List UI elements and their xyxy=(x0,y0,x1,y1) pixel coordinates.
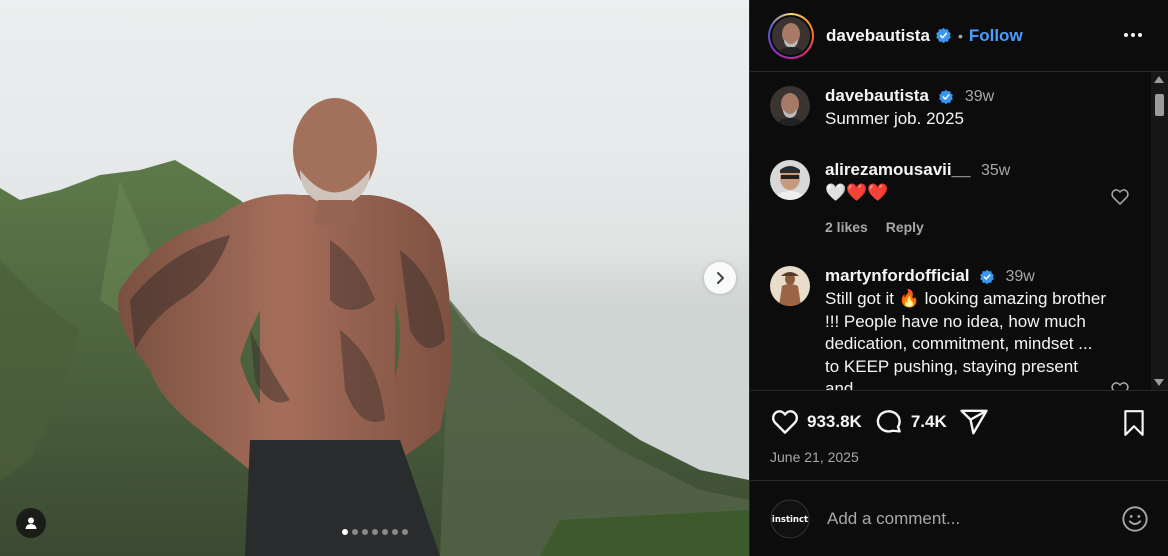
share-send-icon[interactable] xyxy=(959,407,989,437)
author-avatar[interactable] xyxy=(768,12,814,59)
user-icon xyxy=(25,517,37,529)
like-count[interactable]: 933.8K xyxy=(807,412,862,432)
save-bookmark-icon[interactable] xyxy=(1121,409,1147,437)
verified-badge-icon xyxy=(939,89,954,104)
post-actions: 933.8K 7.4K June 21, 2025 xyxy=(750,390,1168,480)
follow-button[interactable]: Follow xyxy=(969,26,1023,46)
emoji-icon[interactable] xyxy=(1121,505,1149,533)
scroll-down-arrow[interactable] xyxy=(1154,379,1164,386)
carousel-dot xyxy=(371,529,378,535)
current-user-avatar[interactable]: instinct xyxy=(770,498,810,539)
comment-age: 39w xyxy=(1005,268,1035,285)
scroll-up-arrow[interactable] xyxy=(1154,76,1164,83)
header-separator: • xyxy=(957,27,963,44)
avatar[interactable] xyxy=(770,86,810,126)
avatar-image xyxy=(772,16,810,55)
more-options-icon[interactable] xyxy=(1122,24,1144,46)
carousel-dot xyxy=(341,529,348,535)
caption: davebautista 39w Summer job. 2025 xyxy=(770,86,1110,131)
post-side-panel: davebautista • Follow davebautista 39w S… xyxy=(749,0,1168,556)
post-date[interactable]: June 21, 2025 xyxy=(770,449,859,465)
verified-badge-icon xyxy=(980,269,994,284)
comment-count[interactable]: 7.4K xyxy=(911,412,947,432)
next-photo-button[interactable] xyxy=(704,262,736,294)
add-comment-bar: instinct Add a comment... xyxy=(750,480,1168,556)
add-comment-input[interactable]: Add a comment... xyxy=(827,509,1121,529)
comments-scrollbar[interactable] xyxy=(1151,72,1168,390)
avatar-label: instinct xyxy=(772,515,808,525)
scroll-thumb[interactable] xyxy=(1155,94,1164,116)
caption-username[interactable]: davebautista xyxy=(825,86,929,105)
avatar[interactable] xyxy=(770,266,810,306)
comment-item: alirezamousavii__ 35w 🤍❤️❤️ 2 likes Repl… xyxy=(770,160,1110,235)
carousel-dot xyxy=(351,529,358,535)
carousel-dot xyxy=(381,529,388,535)
post-photo xyxy=(0,0,749,556)
caption-age: 39w xyxy=(964,88,995,105)
comment-likes[interactable]: 2 likes xyxy=(825,219,868,235)
post-image xyxy=(0,98,749,556)
comment-username[interactable]: alirezamousavii__ xyxy=(825,160,971,179)
comment-text: 🤍❤️❤️ xyxy=(825,183,889,202)
comment-age: 35w xyxy=(980,162,1011,179)
carousel-dot xyxy=(391,529,398,535)
carousel-dot xyxy=(401,529,408,535)
verified-badge-icon xyxy=(936,27,951,44)
comment-bubble-icon[interactable] xyxy=(874,407,904,437)
reply-button[interactable]: Reply xyxy=(886,219,924,235)
comment-username[interactable]: martynfordofficial xyxy=(825,266,970,285)
carousel-dot xyxy=(361,529,368,535)
comment-item: martynfordofficial 39w Still got it 🔥 lo… xyxy=(770,266,1110,390)
author-username[interactable]: davebautista xyxy=(826,26,930,46)
comments-list: davebautista 39w Summer job. 2025 alirez… xyxy=(750,72,1150,390)
carousel-indicator xyxy=(0,529,749,535)
post-header: davebautista • Follow xyxy=(750,0,1168,72)
caption-text: Summer job. 2025 xyxy=(825,109,964,128)
chevron-right-icon xyxy=(717,272,724,284)
avatar[interactable] xyxy=(770,160,810,200)
like-comment-heart-icon[interactable] xyxy=(1110,187,1130,207)
like-heart-icon[interactable] xyxy=(770,407,800,437)
comment-text: Still got it 🔥 looking amazing brother !… xyxy=(825,289,1107,390)
like-comment-heart-icon[interactable] xyxy=(1110,380,1130,390)
